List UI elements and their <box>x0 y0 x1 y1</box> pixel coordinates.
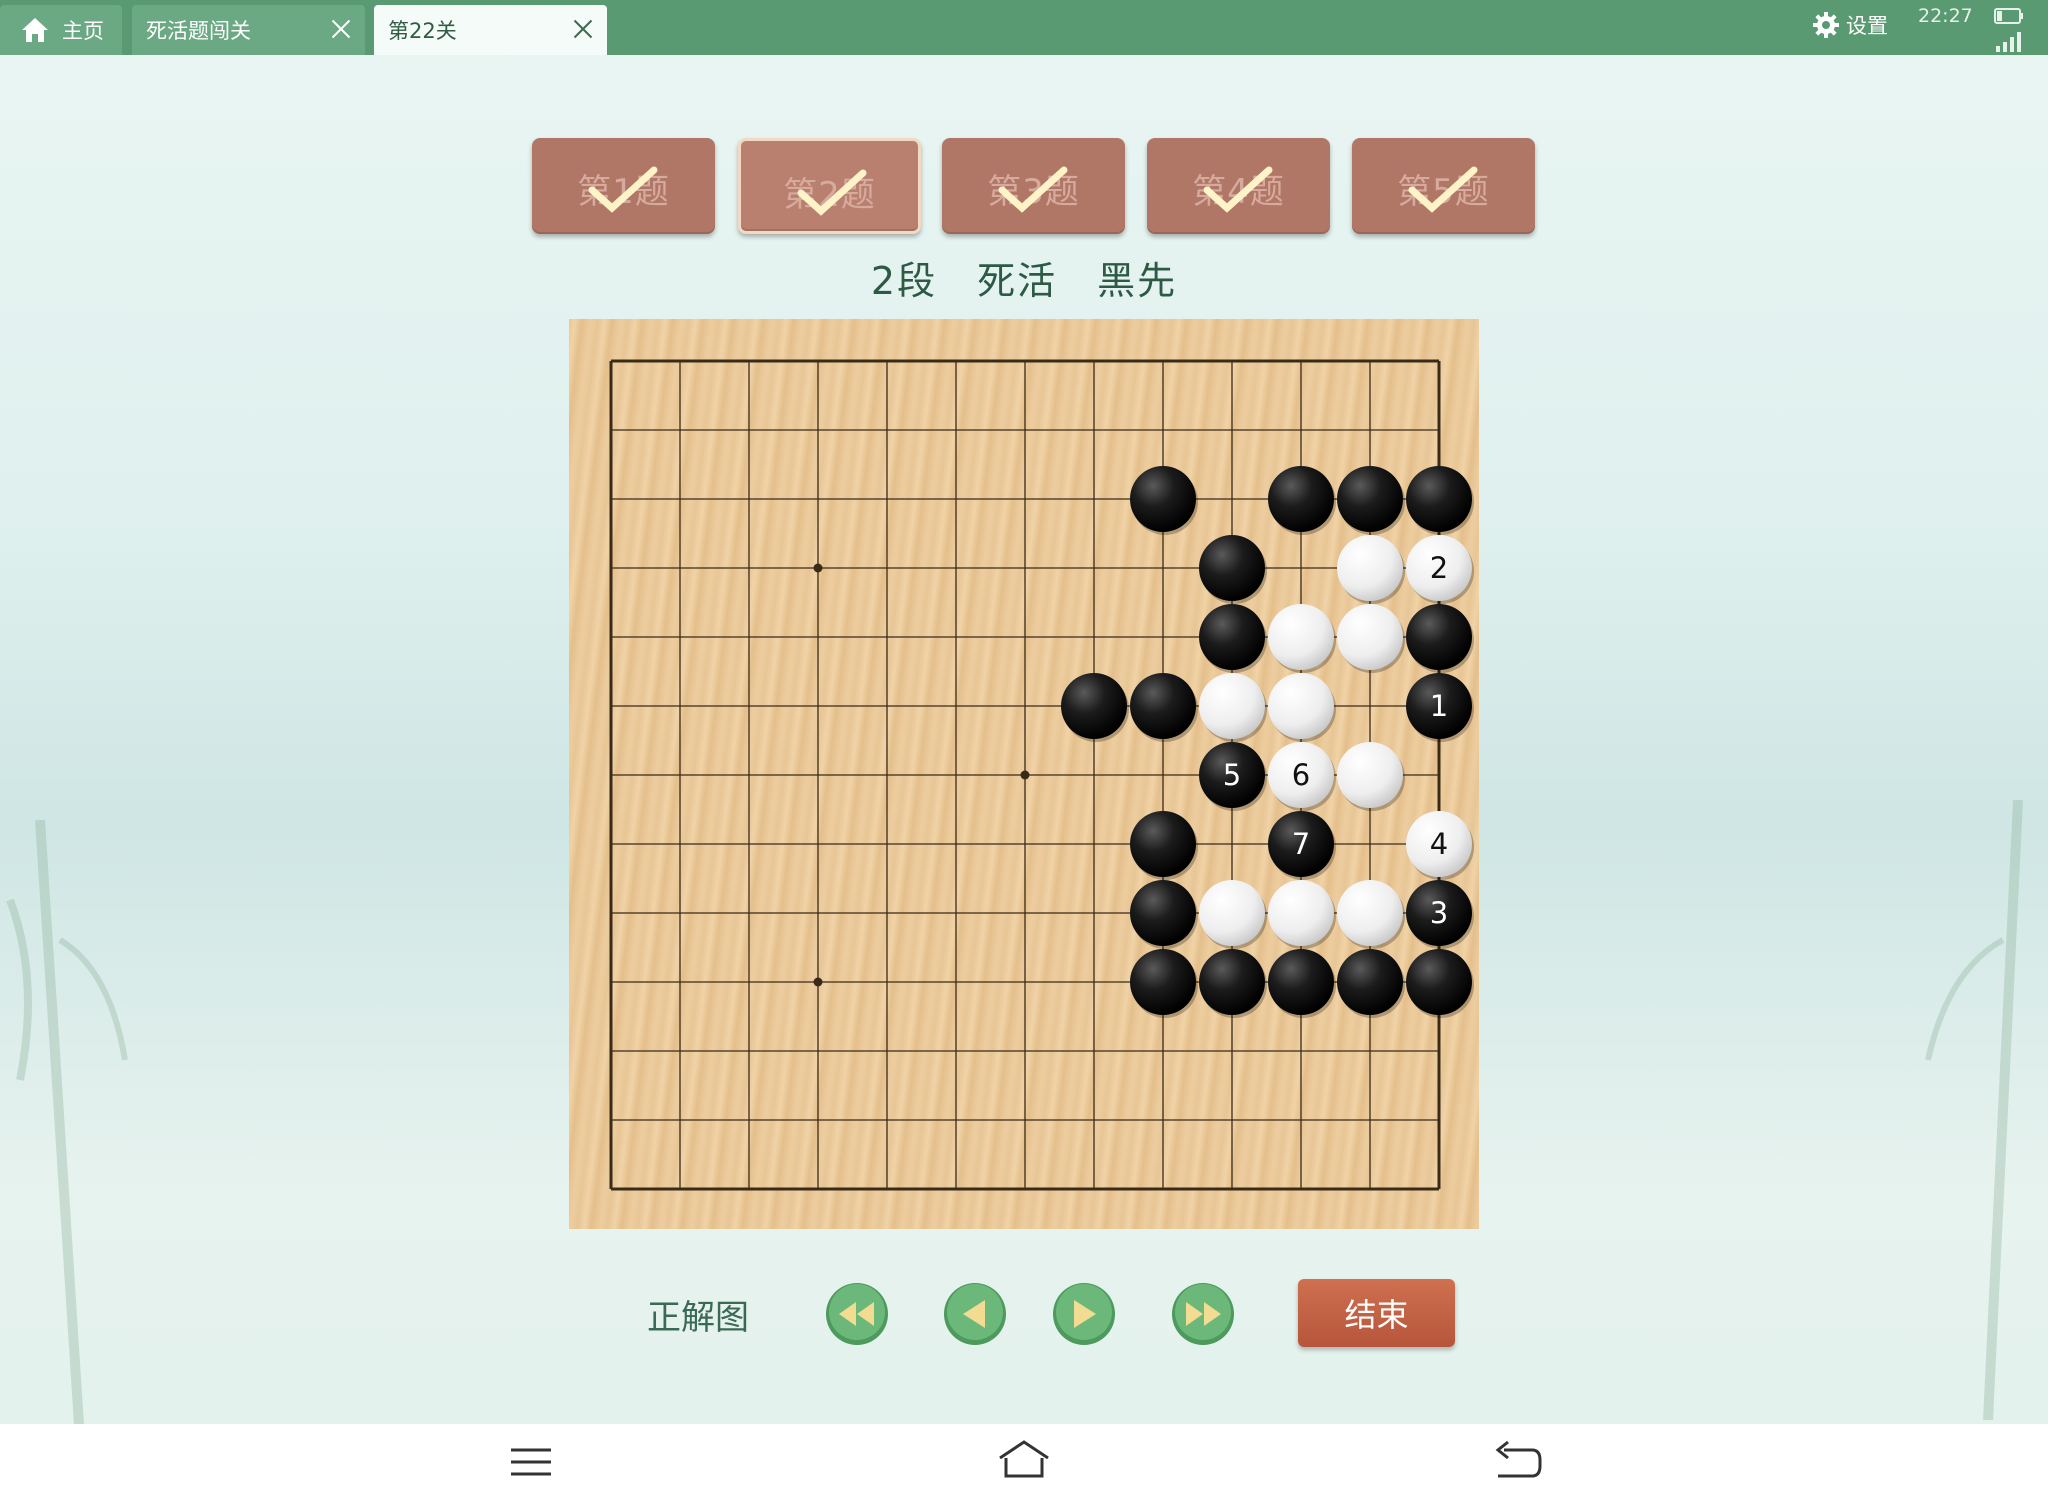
white-stone <box>1337 880 1405 949</box>
white-stone <box>1199 673 1267 742</box>
white-stone <box>1337 604 1405 673</box>
black-stone <box>1406 604 1474 673</box>
home-nav-icon[interactable] <box>996 1436 1052 1486</box>
black-stone: 7 <box>1268 811 1336 880</box>
move-number: 6 <box>1292 758 1310 792</box>
home-icon <box>22 18 48 42</box>
black-stone <box>1130 811 1198 880</box>
check-icon <box>1203 166 1273 213</box>
star-point <box>813 977 823 987</box>
move-number: 7 <box>1292 827 1310 861</box>
problem-subtitle: 2段 死活 黑先 <box>870 259 1178 303</box>
black-stone <box>1130 880 1198 949</box>
end-button[interactable]: 结束 <box>1298 1279 1455 1347</box>
problem-button-3[interactable]: 第3题 <box>942 138 1125 234</box>
black-stone <box>1337 466 1405 535</box>
check-icon <box>998 166 1068 213</box>
check-icon <box>1408 166 1478 213</box>
tab-home[interactable]: 主页 <box>0 5 122 55</box>
top-bar: 主页 死活题闯关 第22关 设置 22:27 <box>0 0 2048 55</box>
white-stone <box>1337 742 1405 811</box>
black-stone <box>1130 466 1198 535</box>
white-stone <box>1268 604 1336 673</box>
move-number: 5 <box>1223 758 1241 792</box>
bamboo-decoration-right <box>1925 800 2023 1420</box>
menu-icon[interactable] <box>503 1436 559 1486</box>
black-stone: 1 <box>1406 673 1474 742</box>
black-stone <box>1406 466 1474 535</box>
close-icon[interactable] <box>571 17 595 41</box>
black-stone <box>1199 604 1267 673</box>
white-stone <box>1337 535 1405 604</box>
settings-label: 设置 <box>1846 14 1888 38</box>
move-number: 1 <box>1430 689 1448 723</box>
status-clock: 22:27 <box>1918 5 1973 27</box>
black-stone <box>1268 466 1336 535</box>
star-point <box>1020 770 1030 780</box>
black-stone <box>1406 949 1474 1018</box>
close-icon[interactable] <box>329 17 353 41</box>
answer-diagram-label: 正解图 <box>647 1298 749 1338</box>
black-stone <box>1130 673 1198 742</box>
back-nav-icon[interactable] <box>1490 1436 1546 1486</box>
bamboo-decoration-left <box>6 820 128 1440</box>
white-stone: 2 <box>1406 535 1474 604</box>
settings-button[interactable]: 设置 <box>1812 10 1888 40</box>
black-stone: 3 <box>1406 880 1474 949</box>
battery-icon <box>1994 8 2023 24</box>
problem-button-2[interactable]: 第2题 <box>738 138 921 234</box>
white-stone <box>1268 673 1336 742</box>
move-number: 3 <box>1430 896 1448 930</box>
go-board[interactable]: 2 1 5 6 7 4 3 <box>569 319 1479 1229</box>
move-number: 4 <box>1430 827 1448 861</box>
white-stone <box>1268 880 1336 949</box>
gear-icon <box>1813 12 1839 38</box>
black-stone: 5 <box>1199 742 1267 811</box>
tab-life-death-challenge-label: 死活题闯关 <box>146 19 251 43</box>
black-stone <box>1199 949 1267 1018</box>
check-icon <box>588 166 658 213</box>
signal-icon <box>1996 32 2021 52</box>
black-stone <box>1199 535 1267 604</box>
last-move-button[interactable] <box>1171 1282 1235 1346</box>
check-icon <box>797 169 867 216</box>
previous-move-button[interactable] <box>943 1282 1007 1346</box>
white-stone: 4 <box>1406 811 1474 880</box>
system-navigation-bar <box>0 1424 2048 1494</box>
black-stone <box>1061 673 1129 742</box>
move-number: 2 <box>1430 551 1448 585</box>
go-board-grid[interactable]: 2 1 5 6 7 4 3 <box>569 319 1479 1229</box>
star-point <box>813 563 823 573</box>
tab-life-death-challenge[interactable]: 死活题闯关 <box>132 5 365 55</box>
black-stone <box>1130 949 1198 1018</box>
tab-level-22-label: 第22关 <box>388 19 457 43</box>
black-stone <box>1268 949 1336 1018</box>
problem-button-4[interactable]: 第4题 <box>1147 138 1330 234</box>
next-move-button[interactable] <box>1052 1282 1116 1346</box>
black-stone <box>1337 949 1405 1018</box>
first-move-button[interactable] <box>825 1282 889 1346</box>
tab-home-label: 主页 <box>62 19 104 43</box>
white-stone: 6 <box>1268 742 1336 811</box>
problem-button-1[interactable]: 第1题 <box>532 138 715 234</box>
white-stone <box>1199 880 1267 949</box>
problem-button-5[interactable]: 第5题 <box>1352 138 1535 234</box>
tab-level-22[interactable]: 第22关 <box>374 5 607 55</box>
